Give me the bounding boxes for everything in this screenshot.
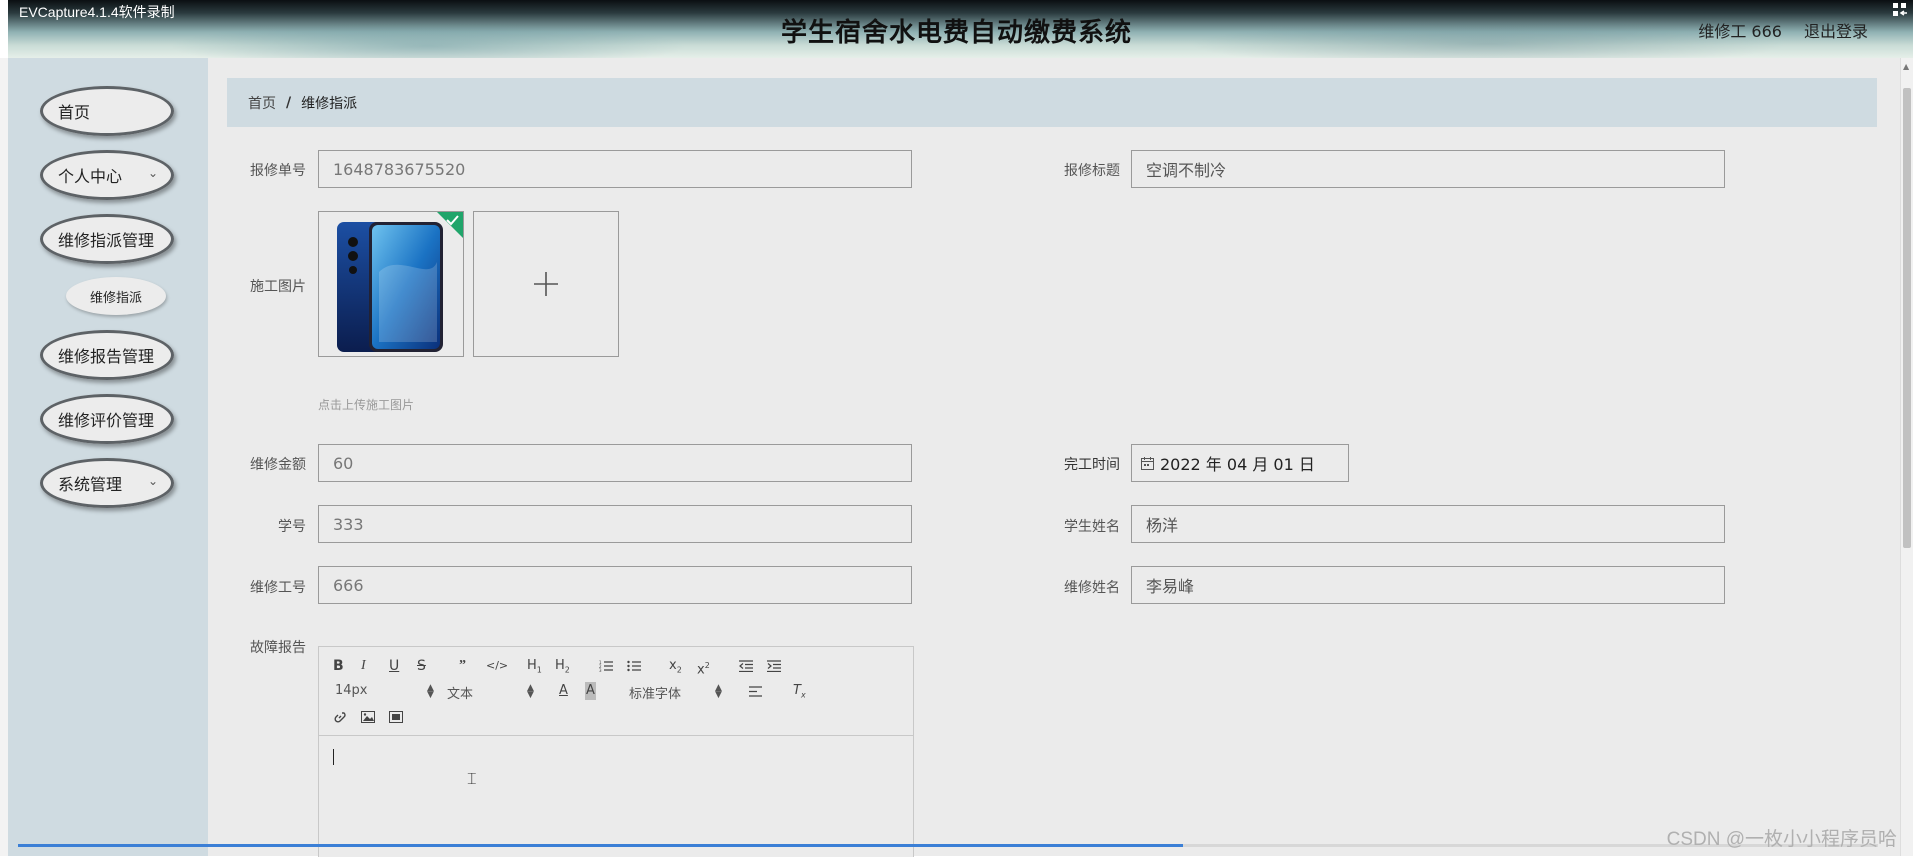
sidebar-item-label: 维修指派管理 [58,231,155,250]
collapse-icon[interactable] [1893,3,1907,17]
chevron-down-icon: ⌄ [147,474,158,488]
strikethrough-icon[interactable]: S [417,657,426,675]
underline-icon[interactable]: U [389,657,399,675]
code-block-icon[interactable]: </> [486,657,508,675]
align-icon[interactable] [749,686,762,697]
sidebar-item-repair-report-mgmt[interactable]: 维修报告管理 [40,330,174,380]
student-id-input[interactable]: 333 [318,505,912,543]
repair-title-input[interactable]: 空调不制冷 [1131,150,1725,188]
sidebar-item-repair-assign-mgmt[interactable]: 维修指派管理 [40,214,174,264]
heading-select[interactable]: 文本 ▲ ▼ [447,683,534,703]
amount-input[interactable]: 60 [318,444,912,482]
sidebar-item-system-mgmt[interactable]: 系统管理 ⌄ [40,458,174,508]
heading2-icon[interactable]: H2 [555,657,570,680]
image-label: 施工图片 [250,279,306,295]
report-label: 故障报告 [250,640,306,656]
phone-image [337,212,463,352]
watermark: CSDN @一枚小小程序员哈 [1666,829,1897,850]
system-title: 学生宿舍水电费自动缴费系统 [780,18,1132,48]
italic-icon[interactable]: I [361,657,366,675]
upload-hint: 点击上传施工图片 [318,398,415,412]
add-image-button[interactable] [473,211,619,357]
loading-bar [18,844,1183,847]
outdent-icon[interactable] [739,660,753,672]
image-icon[interactable] [361,711,375,723]
link-icon[interactable] [333,710,347,724]
select-arrows-icon: ▲ ▼ [715,683,722,700]
scrollbar-thumb[interactable] [1903,88,1911,548]
vertical-scrollbar[interactable]: ▲ [1900,58,1913,856]
sidebar-item-label: 维修报告管理 [58,347,155,366]
repair-no-label: 报修单号 [250,163,306,179]
indent-icon[interactable] [767,660,781,672]
scroll-up-icon[interactable]: ▲ [1903,62,1909,71]
blockquote-icon[interactable]: ” [459,657,466,675]
font-size-select[interactable]: 14px ▲ ▼ [335,683,434,700]
finish-time-picker[interactable]: 2022 年 04 月 01 日 [1131,444,1349,482]
bullet-list-icon[interactable] [627,660,641,672]
subscript-icon[interactable]: x2 [669,657,682,680]
chevron-down-icon: ⌄ [147,166,158,180]
superscript-icon[interactable]: x2 [697,657,710,679]
breadcrumb-current: 维修指派 [301,95,358,112]
sidebar-subitem-repair-assign[interactable]: 维修指派 [66,277,166,315]
worker-name-label: 维修姓名 [1064,580,1120,596]
heading1-icon[interactable]: H1 [527,657,542,680]
worker-id-label: 维修工号 [250,580,306,596]
student-name-label: 学生姓名 [1064,519,1120,535]
sidebar-item-label: 维修评价管理 [58,411,155,430]
sidebar-item-label: 系统管理 [58,475,123,494]
background-color-icon[interactable]: A [585,682,596,700]
clear-format-icon[interactable]: Tx [793,682,806,705]
heading-value: 文本 [447,687,474,702]
repair-no-input[interactable]: 1648783675520 [318,150,912,188]
logout-link[interactable]: 退出登录 [1804,18,1868,42]
text-cursor [333,749,334,765]
user-area: 维修工 666 退出登录 [1698,18,1868,42]
select-arrows-icon: ▲ ▼ [527,683,534,700]
bold-icon[interactable]: B [333,657,344,675]
video-icon[interactable] [389,711,403,723]
rich-text-editor[interactable]: B I U S ” </> H1 H2 123 x2 x2 14px ▲ ▼ 文… [318,646,914,857]
font-size-value: 14px [335,683,368,698]
sidebar-item-repair-review-mgmt[interactable]: 维修评价管理 [40,394,174,444]
sidebar: 首页 个人中心 ⌄ 维修指派管理 维修指派 维修报告管理 维修评价管理 系统管理… [8,58,208,856]
select-arrows-icon: ▲ ▼ [427,683,434,700]
font-family-value: 标准字体 [629,687,682,702]
breadcrumb: 首页 / 维修指派 [227,78,1877,127]
worker-name-input[interactable]: 李易峰 [1131,566,1725,604]
finish-time-value: 2022 年 04 月 01 日 [1160,455,1315,474]
breadcrumb-home[interactable]: 首页 [248,93,276,113]
breadcrumb-separator: / [286,94,292,111]
repair-title-label: 报修标题 [1064,163,1120,179]
editor-toolbar: B I U S ” </> H1 H2 123 x2 x2 14px ▲ ▼ 文… [319,647,913,736]
student-id-label: 学号 [278,519,306,535]
sidebar-item-label: 首页 [58,103,91,122]
font-color-icon[interactable]: A [559,682,568,700]
svg-text:3: 3 [599,668,602,672]
sidebar-item-label: 个人中心 [58,167,123,186]
student-name-input[interactable]: 杨洋 [1131,505,1725,543]
current-user: 维修工 666 [1698,22,1782,41]
worker-id-input[interactable]: 666 [318,566,912,604]
sidebar-item-personal-center[interactable]: 个人中心 ⌄ [40,150,174,200]
main-content: 首页 / 维修指派 报修单号 1648783675520 报修标题 空调不制冷 … [208,58,1901,857]
ordered-list-icon[interactable]: 123 [599,660,613,672]
amount-label: 维修金额 [250,457,306,473]
uploaded-image[interactable] [318,211,464,357]
plus-icon [534,272,558,296]
finish-time-label: 完工时间 [1064,457,1120,473]
sidebar-item-home[interactable]: 首页 [40,86,174,136]
i-beam-cursor: ⌶ [467,769,477,788]
font-family-select[interactable]: 标准字体 ▲ ▼ [629,683,722,703]
calendar-icon [1141,456,1154,470]
